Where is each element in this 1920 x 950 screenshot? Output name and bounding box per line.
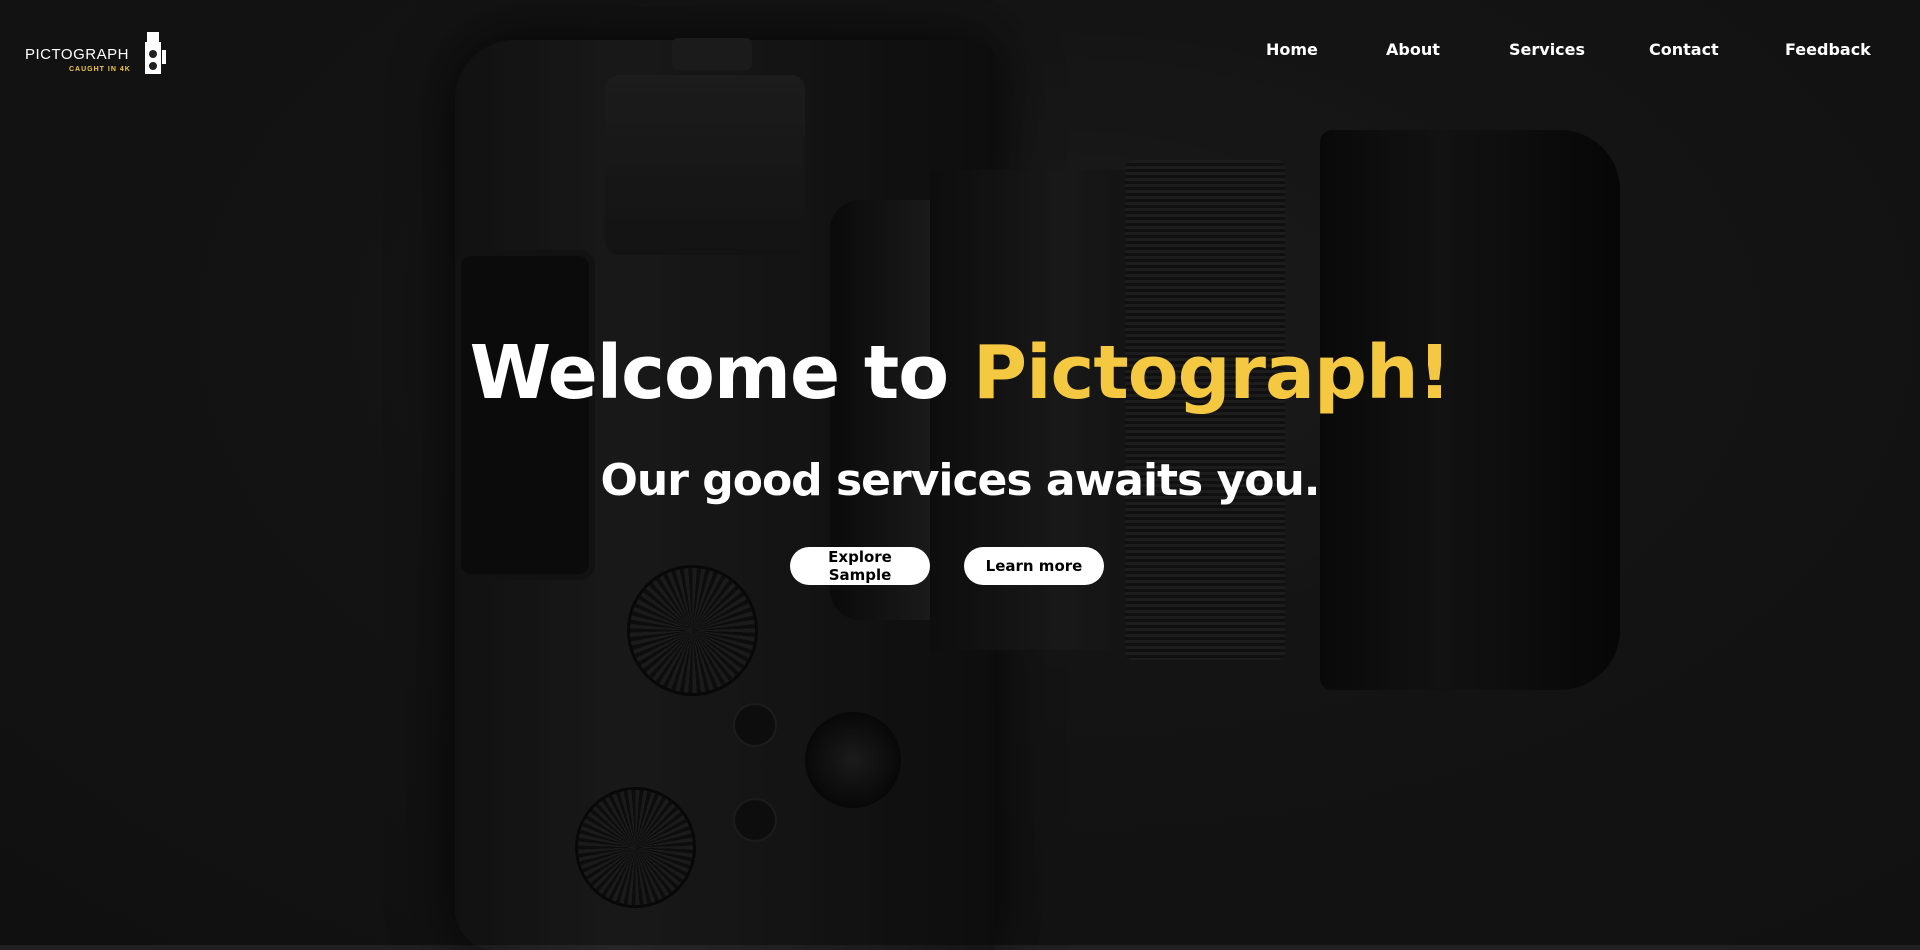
nav-home[interactable]: Home — [1266, 40, 1318, 59]
hero-headline: Welcome to Pictograph! — [0, 330, 1920, 416]
nav-contact[interactable]: Contact — [1649, 40, 1719, 59]
hero-subheadline: Our good services awaits you. — [600, 455, 1320, 506]
logo-name: PICTOGRAPH — [25, 46, 129, 63]
headline-prefix: Welcome to — [469, 330, 973, 416]
main-nav: Home About Services Contact Feedback — [1260, 40, 1920, 64]
camera-icon — [145, 32, 166, 74]
nav-services[interactable]: Services — [1509, 40, 1585, 59]
site-logo[interactable]: PICTOGRAPH CAUGHT IN 4K — [25, 28, 185, 78]
explore-sample-button[interactable]: Explore Sample — [790, 547, 930, 585]
nav-about[interactable]: About — [1386, 40, 1440, 59]
headline-brand: Pictograph! — [972, 330, 1451, 416]
learn-more-button[interactable]: Learn more — [964, 547, 1104, 585]
logo-tagline: CAUGHT IN 4K — [69, 66, 131, 73]
nav-feedback[interactable]: Feedback — [1785, 40, 1871, 59]
